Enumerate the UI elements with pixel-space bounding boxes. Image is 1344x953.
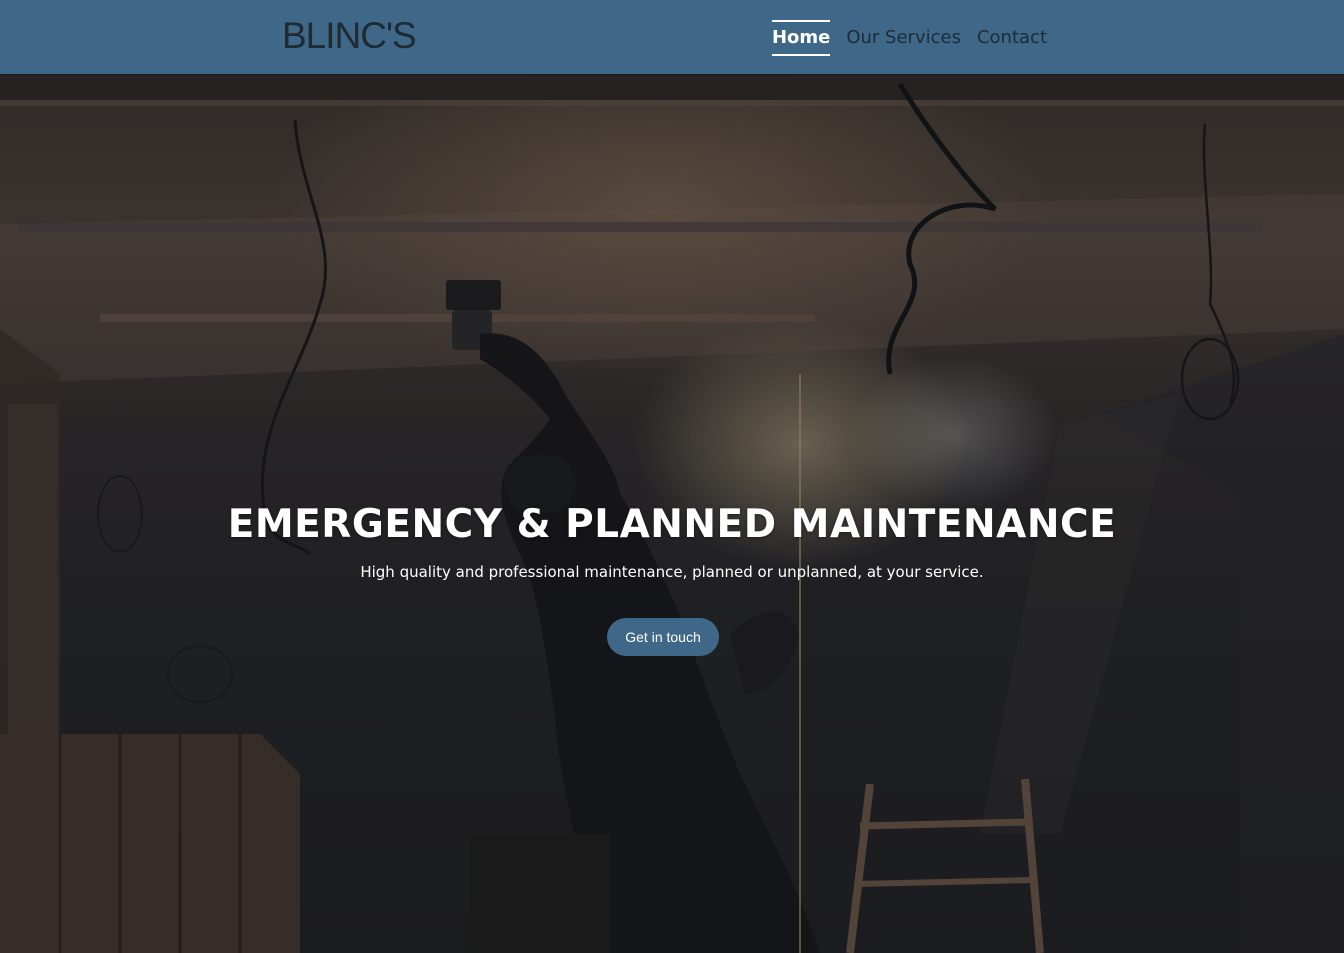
site-header: BLINC'S Home Our Services Contact: [0, 0, 1344, 74]
brand-logo[interactable]: BLINC'S: [282, 16, 417, 56]
main-nav: Home Our Services Contact: [771, 20, 1047, 56]
get-in-touch-button[interactable]: Get in touch: [607, 618, 719, 656]
nav-item-home[interactable]: Home: [771, 20, 831, 56]
hero-subtitle: High quality and professional maintenanc…: [360, 563, 984, 581]
nav-item-our-services[interactable]: Our Services: [846, 20, 961, 56]
nav-item-contact[interactable]: Contact: [977, 20, 1047, 56]
page: BLINC'S Home Our Services Contact EMERGE…: [0, 0, 1344, 953]
hero-title: EMERGENCY & PLANNED MAINTENANCE: [227, 502, 1117, 548]
